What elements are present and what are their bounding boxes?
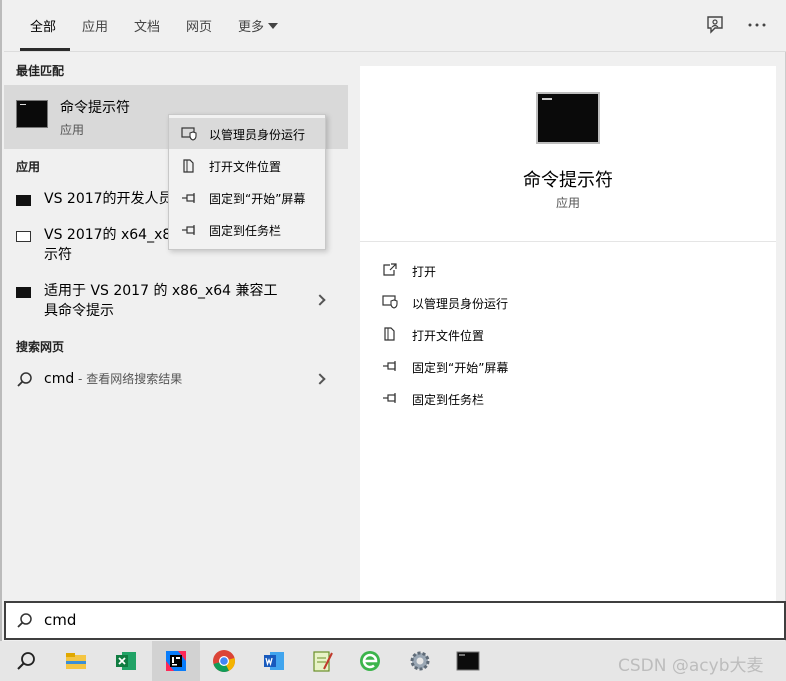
context-pin-to-taskbar[interactable]: 固定到任务栏 — [169, 214, 325, 245]
action-label: 固定到“开始”屏幕 — [412, 361, 509, 375]
tab-more[interactable]: 更多 — [238, 16, 279, 35]
context-open-file-location[interactable]: 打开文件位置 — [169, 150, 325, 181]
web-search-result[interactable]: cmd - 查看网络搜索结果 — [4, 368, 348, 394]
taskbar-terminal[interactable] — [444, 641, 492, 681]
app-result-label: VS 2017的开发人员 — [44, 191, 173, 207]
pin-icon — [182, 193, 195, 203]
pin-icon — [383, 361, 396, 371]
action-label: 打开文件位置 — [412, 329, 485, 343]
app-result-label-cont: 具命令提示 — [44, 303, 114, 319]
action-pin-to-taskbar[interactable]: 固定到任务栏 — [360, 385, 776, 413]
tab-documents[interactable]: 文档 — [134, 16, 160, 35]
taskbar-word[interactable] — [250, 641, 298, 681]
app-result[interactable]: 适用于 VS 2017 的 x86_x64 兼容工 具命令提示 — [4, 281, 348, 323]
command-prompt-icon — [536, 92, 600, 144]
taskbar-browser[interactable] — [346, 641, 394, 681]
action-label: 固定到任务栏 — [412, 393, 485, 407]
taskbar-notepad[interactable] — [298, 641, 346, 681]
search-window: 全部 应用 文档 网页 更多 最佳匹配 命令提示符 应用 应用 VS 2017的… — [0, 0, 786, 641]
web-separator: - — [74, 372, 87, 386]
web-search-subtitle: 查看网络搜索结果 — [86, 372, 183, 386]
feedback-icon[interactable] — [704, 14, 726, 36]
chevron-right-icon[interactable] — [314, 294, 326, 306]
app-result-label: 适用于 VS 2017 的 x86_x64 兼容工 — [44, 283, 278, 299]
command-prompt-icon — [16, 100, 48, 128]
terminal-icon — [456, 651, 480, 671]
taskbar-search-button[interactable] — [2, 641, 50, 681]
notepad-icon — [313, 651, 333, 672]
context-label: 以管理员身份运行 — [209, 128, 306, 142]
apps-heading: 应用 — [16, 160, 41, 174]
file-explorer-icon — [66, 653, 86, 669]
active-tab-indicator — [20, 48, 70, 51]
settings-gear-icon — [410, 651, 430, 671]
chrome-icon — [213, 650, 235, 672]
pin-icon — [383, 393, 396, 403]
watermark: CSDN @acyb大麦 — [618, 656, 764, 676]
action-open[interactable]: 打开 — [360, 257, 776, 285]
taskbar-chrome[interactable] — [200, 641, 248, 681]
web-search-heading: 搜索网页 — [16, 340, 65, 354]
search-input[interactable] — [44, 611, 744, 629]
intellij-icon — [166, 651, 186, 671]
context-menu: 以管理员身份运行 打开文件位置 固定到“开始”屏幕 固定到任务栏 — [168, 114, 326, 250]
web-search-text: cmd - 查看网络搜索结果 — [44, 369, 182, 389]
search-icon — [17, 613, 32, 628]
tab-all[interactable]: 全部 — [30, 16, 56, 35]
detail-pane: 命令提示符 应用 打开 以管理员身份运行 打开文件位置 固定到“开始”屏幕 固定… — [360, 66, 776, 601]
chevron-down-icon — [268, 23, 279, 29]
search-icon — [17, 652, 35, 670]
action-pin-to-start[interactable]: 固定到“开始”屏幕 — [360, 353, 776, 381]
app-result-label-cont: 示符 — [44, 247, 72, 263]
command-prompt-icon — [16, 287, 31, 298]
context-pin-to-start[interactable]: 固定到“开始”屏幕 — [169, 182, 325, 213]
action-label: 以管理员身份运行 — [412, 297, 509, 311]
command-prompt-icon — [16, 195, 31, 206]
context-label: 打开文件位置 — [209, 160, 282, 174]
filter-tabs: 全部 应用 文档 网页 更多 — [4, 0, 786, 52]
taskbar-excel[interactable] — [102, 641, 150, 681]
best-match-title: 命令提示符 — [60, 100, 130, 116]
best-match-subtitle: 应用 — [60, 123, 85, 137]
browser-icon — [360, 651, 380, 671]
tab-apps[interactable]: 应用 — [82, 16, 108, 35]
app-result-label: VS 2017的 x64_x8 — [44, 227, 172, 243]
shield-icon — [382, 295, 398, 309]
open-icon — [383, 263, 397, 276]
word-icon — [264, 652, 284, 670]
file-location-icon — [384, 327, 395, 341]
window-app-icon — [16, 231, 31, 242]
excel-icon — [116, 652, 136, 670]
taskbar-file-explorer[interactable] — [52, 641, 100, 681]
tab-web[interactable]: 网页 — [186, 16, 212, 35]
best-match-heading: 最佳匹配 — [16, 64, 65, 78]
detail-subtitle: 应用 — [555, 196, 580, 210]
action-open-file-location[interactable]: 打开文件位置 — [360, 321, 776, 349]
taskbar-settings[interactable] — [396, 641, 444, 681]
action-label: 打开 — [412, 265, 437, 279]
action-run-as-admin[interactable]: 以管理员身份运行 — [360, 289, 776, 317]
pin-icon — [182, 225, 195, 235]
divider — [360, 241, 776, 242]
taskbar-intellij[interactable] — [152, 641, 200, 681]
detail-title: 命令提示符 — [523, 170, 613, 191]
search-icon — [17, 372, 32, 387]
more-options-icon[interactable] — [746, 14, 768, 36]
context-label: 固定到任务栏 — [209, 224, 282, 238]
shield-icon — [181, 127, 197, 141]
search-box[interactable] — [4, 601, 786, 640]
chevron-right-icon[interactable] — [314, 373, 326, 385]
taskbar: CSDN @acyb大麦 — [0, 641, 786, 681]
context-label: 固定到“开始”屏幕 — [209, 192, 306, 206]
context-run-as-admin[interactable]: 以管理员身份运行 — [169, 118, 325, 149]
file-location-icon — [183, 159, 194, 173]
web-query: cmd — [44, 371, 75, 387]
tab-more-label: 更多 — [238, 20, 265, 35]
